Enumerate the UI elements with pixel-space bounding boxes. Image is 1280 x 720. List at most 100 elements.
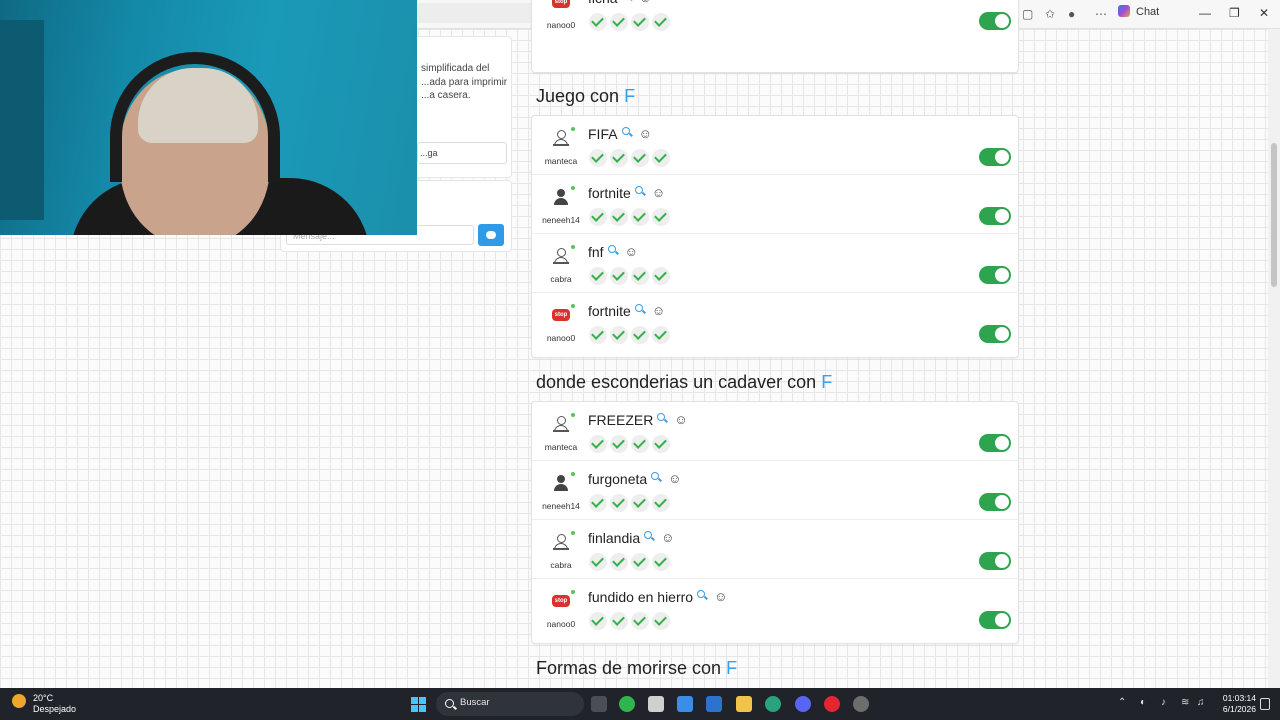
check-icon[interactable] (589, 13, 607, 31)
face-icon[interactable]: ☺ (668, 471, 681, 486)
check-icon[interactable] (589, 612, 607, 630)
face-icon[interactable]: ☺ (652, 303, 665, 318)
validity-toggle[interactable] (979, 207, 1011, 225)
validity-toggle[interactable] (979, 325, 1011, 343)
search-icon-handle (614, 250, 619, 255)
check-icon[interactable] (589, 267, 607, 285)
section-letter: F (821, 372, 833, 392)
search-icon[interactable] (621, 127, 633, 138)
search-icon[interactable] (657, 413, 669, 424)
obs-icon[interactable] (853, 696, 869, 712)
wifi-icon[interactable]: ≋ (1181, 697, 1189, 708)
check-icon[interactable] (631, 494, 649, 512)
check-icon[interactable] (652, 149, 670, 167)
validity-toggle[interactable] (979, 266, 1011, 284)
user-avatar-icon (552, 247, 570, 265)
file-explorer-icon[interactable] (736, 696, 752, 712)
check-icon[interactable] (652, 326, 670, 344)
face-icon[interactable]: ☺ (661, 530, 674, 545)
check-icon[interactable] (652, 494, 670, 512)
check-icon[interactable] (610, 13, 628, 31)
split-screen-icon[interactable]: ▢ (1022, 6, 1033, 22)
search-icon[interactable] (644, 531, 656, 542)
check-icon[interactable] (631, 612, 649, 630)
search-icon[interactable] (634, 304, 646, 315)
notifications-icon[interactable] (1260, 698, 1270, 710)
check-icon[interactable] (610, 553, 628, 571)
scrollbar[interactable] (1268, 29, 1280, 688)
check-icon[interactable] (610, 326, 628, 344)
check-icon[interactable] (589, 435, 607, 453)
taskbar-search[interactable]: Buscar (436, 692, 584, 716)
player-name: cabra (550, 560, 572, 570)
face-icon[interactable]: ☺ (652, 185, 665, 200)
check-icon[interactable] (652, 612, 670, 630)
opera-icon[interactable] (824, 696, 840, 712)
check-icon[interactable] (652, 208, 670, 226)
check-icon[interactable] (589, 494, 607, 512)
check-icon[interactable] (610, 208, 628, 226)
check-icon[interactable] (610, 435, 628, 453)
validity-toggle[interactable] (979, 148, 1011, 166)
check-icon[interactable] (589, 326, 607, 344)
search-icon[interactable] (697, 590, 709, 601)
face-icon[interactable]: ☺ (714, 589, 727, 604)
clock[interactable]: 01:03:14 6/1/2026 (1212, 693, 1256, 715)
search-icon[interactable] (651, 472, 663, 483)
check-icon[interactable] (631, 13, 649, 31)
check-icon[interactable] (652, 553, 670, 571)
check-icon[interactable] (631, 267, 649, 285)
face-icon[interactable]: ☺ (625, 244, 638, 259)
whatsapp-icon[interactable] (619, 696, 635, 712)
validity-toggle[interactable] (979, 552, 1011, 570)
copilot-chat-button[interactable]: Chat (1118, 5, 1159, 18)
check-icon[interactable] (610, 494, 628, 512)
check-icon[interactable] (589, 553, 607, 571)
volume-icon[interactable]: ♫ (1197, 697, 1205, 708)
favorites-icon[interactable]: ✩ (1045, 6, 1055, 22)
discord-icon[interactable] (795, 696, 811, 712)
check-icon[interactable] (652, 13, 670, 31)
close-button[interactable]: ✕ (1259, 6, 1269, 20)
check-icon[interactable] (610, 612, 628, 630)
store-icon[interactable] (706, 696, 722, 712)
more-menu-icon[interactable]: ⋯ (1095, 6, 1107, 22)
check-icon[interactable] (610, 267, 628, 285)
check-icon[interactable] (589, 208, 607, 226)
task-view-icon[interactable] (591, 696, 607, 712)
validity-toggle[interactable] (979, 12, 1011, 30)
tray-app-icon[interactable]: ◐ (1140, 697, 1146, 708)
validity-toggle[interactable] (979, 611, 1011, 629)
face-icon[interactable]: ☺ (674, 412, 687, 427)
check-icon[interactable] (631, 149, 649, 167)
check-icon[interactable] (631, 326, 649, 344)
copilot-app-icon[interactable] (677, 696, 693, 712)
tray-overflow-icon[interactable]: ⌃ (1118, 697, 1126, 708)
mail-icon[interactable] (648, 696, 664, 712)
face-icon[interactable]: ☺ (639, 0, 652, 5)
answer-row: stop nanoo0 ficha ☺ (532, 0, 1018, 39)
check-icon[interactable] (652, 435, 670, 453)
restore-button[interactable]: ❐ (1229, 6, 1240, 20)
scrollbar-thumb[interactable] (1271, 143, 1277, 287)
validity-toggle[interactable] (979, 493, 1011, 511)
search-icon[interactable] (622, 0, 633, 2)
minimize-button[interactable]: — (1199, 6, 1211, 20)
validity-toggle[interactable] (979, 434, 1011, 452)
search-icon[interactable] (634, 186, 646, 197)
info-input[interactable]: ...ga (417, 142, 507, 164)
microphone-icon[interactable]: ♪ (1161, 697, 1166, 708)
windows-start-icon[interactable] (411, 697, 427, 713)
check-icon[interactable] (652, 267, 670, 285)
check-icon[interactable] (631, 435, 649, 453)
check-icon[interactable] (631, 208, 649, 226)
face-icon[interactable]: ☺ (639, 126, 652, 141)
check-icon[interactable] (631, 553, 649, 571)
check-icon[interactable] (610, 149, 628, 167)
edge-browser-icon[interactable] (765, 696, 781, 712)
send-message-button[interactable] (478, 224, 504, 246)
profile-icon[interactable]: ● (1068, 6, 1075, 22)
check-icon[interactable] (589, 149, 607, 167)
search-icon[interactable] (607, 245, 619, 256)
weather-condition: Despejado (33, 704, 77, 714)
